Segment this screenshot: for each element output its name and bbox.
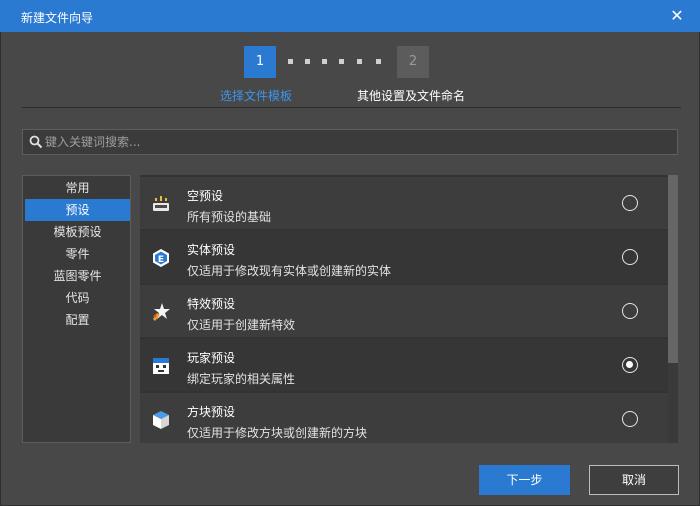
block-preset-icon — [153, 411, 169, 429]
step-2-label: 其他设置及文件命名 — [357, 89, 466, 103]
template-description: 仅适用于创建新特效 — [187, 318, 296, 332]
template-description: 绑定玩家的相关属性 — [187, 372, 296, 386]
window-title: 新建文件向导 — [21, 11, 94, 25]
sidebar-item-common[interactable]: 常用 — [25, 177, 130, 199]
template-title: 方块预设 — [187, 405, 236, 419]
template-row-player-preset[interactable]: 玩家预设 绑定玩家的相关属性 — [140, 339, 668, 391]
category-sidebar: 常用 预设 模板预设 零件 蓝图零件 代码 配置 — [22, 175, 131, 443]
empty-preset-icon — [153, 196, 169, 211]
template-description: 仅适用于修改方块或创建新的方块 — [187, 426, 368, 440]
template-row-effect-preset[interactable]: 特效预设 仅适用于创建新特效 — [140, 285, 668, 337]
svg-text:E: E — [158, 255, 164, 265]
title-bar: 新建文件向导 ✕ — [0, 0, 700, 32]
close-icon[interactable]: ✕ — [668, 7, 686, 25]
step-2-indicator: 2 — [397, 46, 429, 78]
sidebar-item-template-presets[interactable]: 模板预设 — [25, 221, 130, 243]
next-button[interactable]: 下一步 — [479, 465, 570, 495]
sidebar-item-config[interactable]: 配置 — [25, 309, 130, 331]
search-box — [22, 129, 678, 155]
search-input[interactable] — [45, 130, 665, 154]
template-description: 所有预设的基础 — [187, 210, 272, 224]
template-radio-selected[interactable] — [622, 357, 638, 373]
template-list: 空预设 所有预设的基础 E 实体预设 仅适用于修改现有实体或创建新的实体 特效预… — [140, 175, 668, 443]
sidebar-item-blueprint-parts[interactable]: 蓝图零件 — [25, 265, 130, 287]
template-row-entity-preset[interactable]: E 实体预设 仅适用于修改现有实体或创建新的实体 — [140, 231, 668, 283]
template-title: 特效预设 — [187, 297, 236, 311]
template-radio[interactable] — [622, 303, 638, 319]
scrollbar-thumb[interactable] — [668, 175, 678, 363]
player-preset-icon — [153, 358, 169, 374]
entity-preset-icon: E — [153, 249, 169, 267]
template-radio[interactable] — [622, 249, 638, 265]
template-title: 空预设 — [187, 189, 224, 203]
stepper-divider — [22, 107, 681, 108]
step-1-indicator: 1 — [244, 46, 276, 78]
cancel-button[interactable]: 取消 — [589, 465, 679, 495]
template-title: 实体预设 — [187, 243, 236, 257]
template-description: 仅适用于修改现有实体或创建新的实体 — [187, 264, 392, 278]
template-row-block-preset[interactable]: 方块预设 仅适用于修改方块或创建新的方块 — [140, 393, 668, 443]
template-title: 玩家预设 — [187, 351, 236, 365]
step-connector-dots — [283, 59, 391, 65]
effect-preset-icon — [153, 303, 170, 321]
sidebar-item-presets[interactable]: 预设 — [25, 199, 130, 221]
template-radio[interactable] — [622, 411, 638, 427]
search-icon — [29, 135, 43, 149]
template-row-empty-preset[interactable]: 空预设 所有预设的基础 — [140, 177, 668, 229]
step-1-label: 选择文件模板 — [220, 89, 293, 103]
template-radio[interactable] — [622, 195, 638, 211]
sidebar-item-code[interactable]: 代码 — [25, 287, 130, 309]
sidebar-item-parts[interactable]: 零件 — [25, 243, 130, 265]
list-scrollbar[interactable] — [668, 175, 678, 443]
